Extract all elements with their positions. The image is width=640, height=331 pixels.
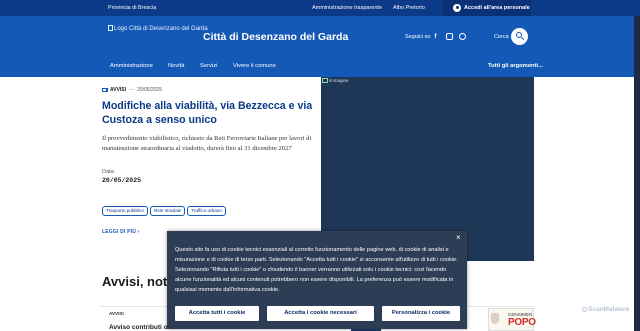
- tag-trasporto-pubblico[interactable]: Trasporto pubblico: [102, 205, 148, 216]
- tag-list: Trasporto pubblico Rete stradale Traffico …: [102, 199, 228, 217]
- date-value: 20/05/2025: [102, 177, 142, 184]
- article-meta: AVVISI —20/05/2025: [102, 87, 162, 93]
- follow-label: Seguici su: [405, 34, 431, 40]
- logo-alt-text: Logo Città di Desenzano del Garda: [114, 26, 208, 32]
- user-icon: [453, 4, 461, 12]
- city-name[interactable]: Città di Desenzano del Garda: [203, 31, 348, 43]
- instagram-icon[interactable]: [446, 33, 453, 40]
- date-label: Data:: [102, 169, 116, 175]
- census-poster-image: CENSIMEN POPO: [488, 308, 536, 331]
- transparency-link[interactable]: Amministrazione trasparente: [312, 5, 382, 11]
- nav-item-novita[interactable]: Novità: [168, 63, 184, 69]
- accept-all-cookies-button[interactable]: Accetta tutti i cookie: [175, 306, 259, 321]
- shield-icon: [582, 306, 587, 312]
- crest-icon: [491, 313, 499, 324]
- page-scrollbar[interactable]: [634, 16, 640, 331]
- featured-article: AVVISI —20/05/2025 Modifiche alla viabili…: [102, 77, 320, 241]
- broken-image-icon: [108, 25, 113, 31]
- cookie-banner: × Questo sito fa uso di cookie tecnici e…: [167, 231, 467, 329]
- city-logo[interactable]: Logo Città di Desenzano del Garda: [108, 25, 208, 32]
- facebook-icon[interactable]: f: [432, 33, 439, 40]
- albo-pretorio-link[interactable]: Albo Pretorio: [393, 5, 425, 11]
- nav-item-servizi[interactable]: Servizi: [200, 63, 217, 69]
- top-utility-bar: Provincia di Brescia Amministrazione tra…: [0, 0, 640, 16]
- province-link[interactable]: Provincia di Brescia: [108, 5, 156, 11]
- tag-traffico-urbano[interactable]: Traffico urbano: [187, 205, 226, 216]
- article-date: 20/05/2025: [137, 87, 163, 93]
- nav-item-amministrazione[interactable]: Amministrazione: [110, 63, 153, 69]
- nav-item-vivere-il-comune[interactable]: Vivere il comune: [233, 63, 276, 69]
- customize-cookies-button[interactable]: Personalizza i cookie: [382, 306, 460, 321]
- read-more-link[interactable]: LEGGI DI PIÙ ›: [102, 229, 140, 235]
- search-button[interactable]: [511, 28, 528, 45]
- all-topics-link[interactable]: Tutti gli argomenti...: [488, 63, 543, 69]
- accept-necessary-cookies-button[interactable]: Accetta i cookie necessari: [267, 306, 374, 321]
- article-title[interactable]: Modifiche alla viabilità, via Bezzecca e…: [102, 99, 316, 127]
- tag-rete-stradale[interactable]: Rete stradale: [149, 205, 186, 216]
- article-description: Il provvedimento viabilistico, richiesto…: [102, 135, 312, 152]
- site-header: Logo Città di Desenzano del Garda Città …: [0, 16, 640, 77]
- whatsapp-icon[interactable]: [459, 33, 466, 40]
- watermark: ScanMalware: [582, 306, 629, 313]
- article-category[interactable]: AVVISI: [110, 87, 126, 93]
- close-icon[interactable]: ×: [456, 234, 461, 242]
- search-label: Cerca: [494, 34, 509, 40]
- megaphone-icon: [102, 87, 108, 92]
- card-category: AVVISI: [109, 311, 124, 316]
- arrow-right-icon: ›: [137, 229, 140, 235]
- broken-image-icon: [322, 78, 328, 83]
- login-button[interactable]: Accedi all'area personale: [443, 0, 531, 16]
- image-alt-text: immagine: [329, 78, 349, 83]
- login-label: Accedi all'area personale: [464, 5, 530, 11]
- cookie-message: Questo sito fa uso di cookie tecnici ess…: [175, 247, 458, 293]
